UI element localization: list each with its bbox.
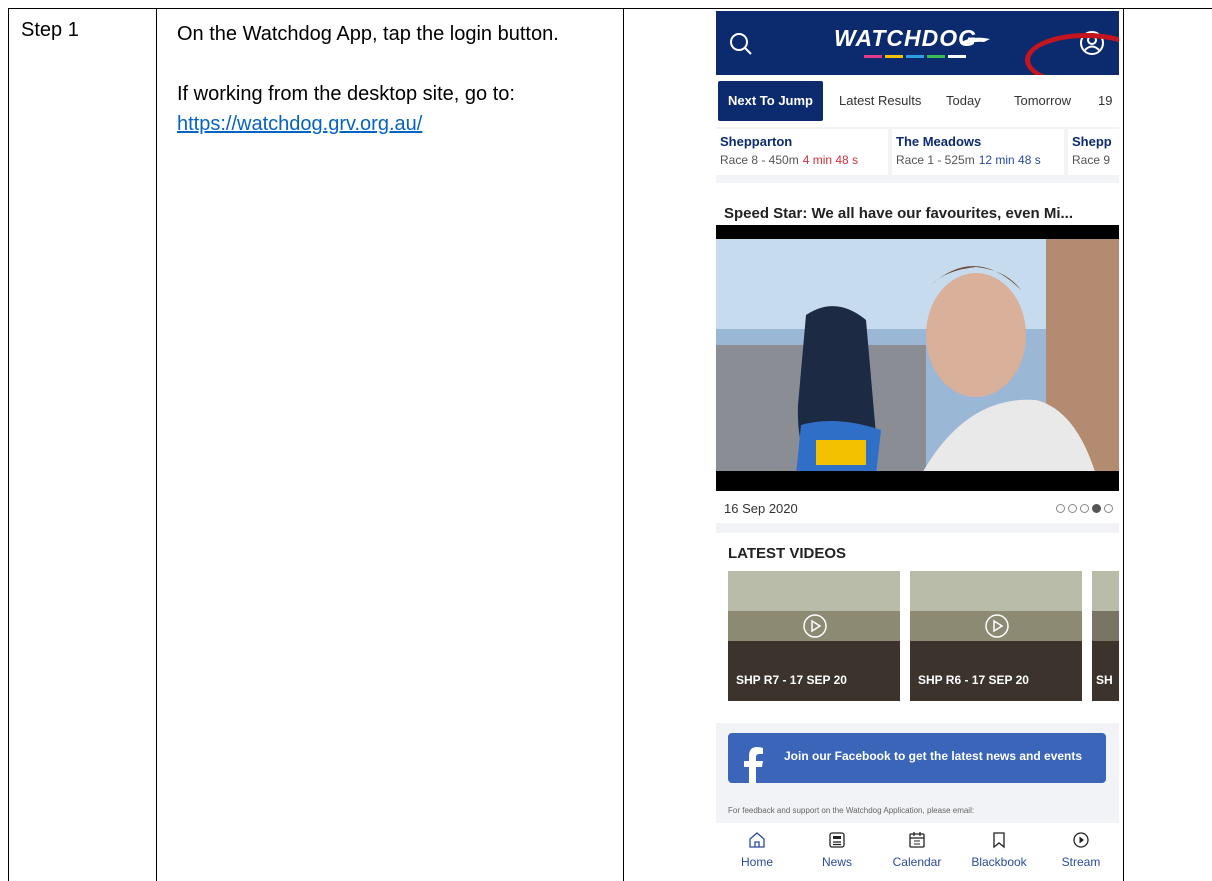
news-date: 16 Sep 2020	[724, 501, 798, 516]
race-distance: Race 8 - 450m	[720, 153, 799, 167]
instruction-line-1: On the Watchdog App, tap the login butto…	[177, 23, 559, 45]
tab-date[interactable]: 19	[1098, 75, 1112, 127]
play-icon	[803, 614, 827, 638]
featured-news[interactable]: Speed Star: We all have our favourites, …	[716, 183, 1119, 523]
tab-tomorrow[interactable]: Tomorrow	[1014, 75, 1071, 127]
race-info: Race 8 - 450m 4 min 48 s	[720, 153, 858, 167]
race-card[interactable]: The Meadows Race 1 - 525m 12 min 48 s	[892, 129, 1064, 175]
race-countdown: 4 min 48 s	[802, 153, 859, 167]
race-info: Race 1 - 525m 12 min 48 s	[896, 153, 1041, 167]
race-tabs: Next To Jump Latest Results Today Tomorr…	[716, 75, 1119, 127]
tab-latest-results[interactable]: Latest Results	[839, 75, 921, 127]
app-screenshot: WATCHDOG Next To Jump Latest Results Tod…	[716, 11, 1119, 881]
nav-label: Blackbook	[971, 855, 1027, 869]
facebook-icon	[744, 747, 763, 783]
greyhound-swoosh-icon	[960, 37, 990, 45]
race-info: Race 9	[1072, 153, 1111, 167]
table-divider	[1123, 9, 1124, 881]
carousel-dots[interactable]	[1056, 504, 1113, 513]
search-icon[interactable]	[726, 29, 756, 59]
video-label: SHP R6 - 17 SEP 20	[918, 673, 1029, 687]
nav-stream[interactable]: Stream	[1046, 823, 1116, 881]
news-title: Speed Star: We all have our favourites, …	[724, 205, 1073, 222]
news-icon	[829, 832, 845, 848]
bookmark-icon	[993, 832, 1005, 849]
race-track: Shepparton	[720, 134, 793, 149]
nav-label: News	[821, 855, 852, 869]
video-card[interactable]: SHP R6 - 17 SEP 20	[910, 571, 1082, 701]
instruction-line-2: If working from the desktop site, go to:…	[177, 79, 617, 139]
carousel-dot[interactable]	[1080, 504, 1089, 513]
nav-news[interactable]: News	[802, 823, 872, 881]
desktop-site-link[interactable]: https://watchdog.grv.org.au/	[177, 113, 422, 135]
news-photo	[716, 225, 1119, 491]
play-icon	[985, 614, 1009, 638]
latest-videos: LATEST VIDEOS SHP R7 - 17 SEP 20 SHP R6 …	[716, 533, 1119, 723]
race-card[interactable]: Shepparton Race 8 - 450m 4 min 48 s	[716, 129, 888, 175]
nav-home[interactable]: Home	[722, 823, 792, 881]
race-track: Shepp	[1072, 134, 1112, 149]
video-label: SH	[1096, 673, 1113, 687]
bottom-navigation: Home News Calendar Blackbook Stream	[716, 823, 1119, 881]
videos-title: LATEST VIDEOS	[728, 545, 847, 562]
instruction-line-2-prefix: If working from the desktop site, go to:	[177, 83, 515, 105]
feedback-text: For feedback and support on the Watchdog…	[728, 806, 975, 815]
carousel-dot[interactable]	[1068, 504, 1077, 513]
facebook-banner[interactable]: Join our Facebook to get the latest news…	[728, 733, 1106, 783]
nav-label: Calendar	[892, 855, 942, 869]
tab-today[interactable]: Today	[946, 75, 981, 127]
video-label: SHP R7 - 17 SEP 20	[736, 673, 847, 687]
upcoming-races: Shepparton Race 8 - 450m 4 min 48 s The M…	[716, 129, 1119, 175]
nav-label: Stream	[1061, 855, 1101, 869]
watchdog-logo: WATCHDOG	[834, 25, 994, 65]
table-divider	[623, 9, 624, 881]
calendar-icon	[909, 832, 925, 848]
carousel-dot[interactable]	[1104, 504, 1113, 513]
news-image	[716, 225, 1119, 491]
race-track: The Meadows	[896, 134, 982, 149]
race-countdown: 12 min 48 s	[978, 153, 1041, 167]
tab-next-to-jump[interactable]: Next To Jump	[718, 81, 823, 121]
video-card[interactable]: SHP R7 - 17 SEP 20	[728, 571, 900, 701]
step-label: Step 1	[21, 19, 79, 41]
instruction-table: Step 1 On the Watchdog App, tap the logi…	[8, 8, 1212, 881]
race-distance: Race 1 - 525m	[896, 153, 975, 167]
logo-color-bars	[864, 55, 966, 58]
video-card[interactable]: SH	[1092, 571, 1119, 701]
play-circle-icon	[1073, 832, 1089, 848]
carousel-dot-active[interactable]	[1092, 504, 1101, 513]
nav-blackbook[interactable]: Blackbook	[964, 823, 1034, 881]
instruction-text: On the Watchdog App, tap the login butto…	[177, 19, 617, 169]
nav-calendar[interactable]: Calendar	[882, 823, 952, 881]
carousel-dot[interactable]	[1056, 504, 1065, 513]
logo-text: WATCHDOG	[834, 25, 978, 51]
race-card[interactable]: Shepp Race 9	[1068, 129, 1119, 175]
table-divider	[156, 9, 157, 881]
home-icon	[749, 832, 765, 848]
facebook-text: Join our Facebook to get the latest news…	[784, 749, 1083, 763]
nav-label: Home	[740, 855, 773, 869]
